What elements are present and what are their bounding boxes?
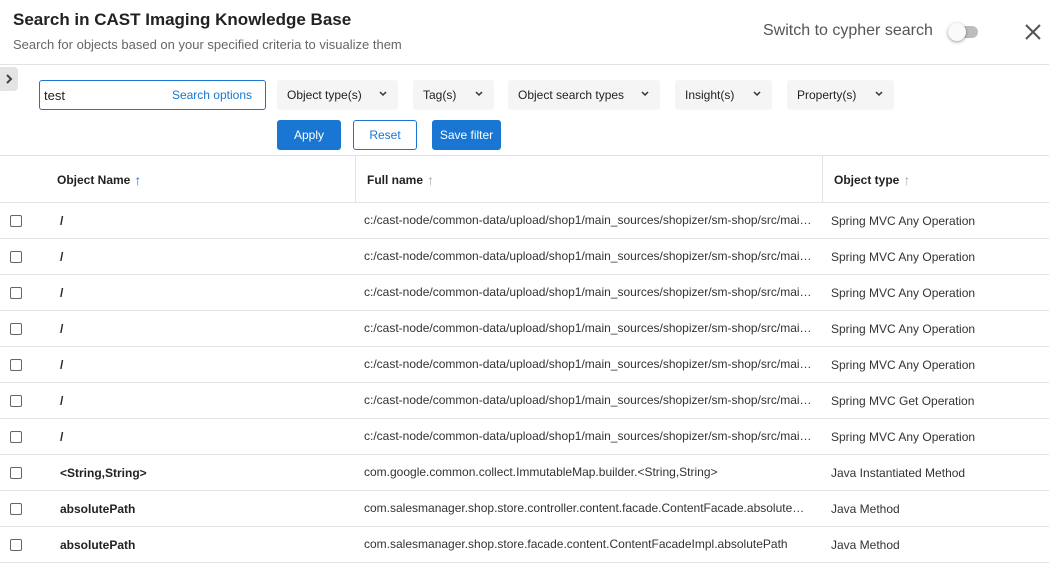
table-row[interactable]: <String,String> com.google.common.collec… (0, 455, 1049, 491)
column-label: Full name (367, 172, 424, 187)
object-name-cell: / (60, 321, 64, 336)
column-label: Object Name (57, 172, 131, 187)
column-divider (355, 156, 356, 203)
chevron-down-icon (475, 91, 483, 97)
row-checkbox[interactable] (10, 395, 22, 407)
full-name-cell: com.google.common.collect.ImmutableMap.b… (364, 465, 718, 479)
table-row[interactable]: / c:/cast-node/common-data/upload/shop1/… (0, 419, 1049, 455)
dialog-header: Search in CAST Imaging Knowledge Base Se… (0, 0, 1049, 65)
object-type-cell: Spring MVC Any Operation (831, 429, 976, 444)
full-name-cell: c:/cast-node/common-data/upload/shop1/ma… (364, 249, 812, 263)
object-name-cell: absolutePath (60, 501, 136, 516)
chevron-right-icon (6, 74, 13, 84)
full-name-cell: c:/cast-node/common-data/upload/shop1/ma… (364, 285, 812, 299)
row-checkbox[interactable] (10, 503, 22, 515)
sort-arrow-icon: ↑ (134, 171, 142, 188)
cypher-switch-label: Switch to cypher search (763, 22, 933, 39)
cypher-search-toggle[interactable] (948, 23, 978, 41)
object-type-cell: Spring MVC Any Operation (831, 213, 976, 228)
filter-label: Insight(s) (685, 88, 735, 102)
chevron-down-icon (641, 91, 649, 97)
row-checkbox[interactable] (10, 431, 22, 443)
filter-object-search-types[interactable]: Object search types (508, 80, 660, 110)
results-table: Object Name ↑ Full name ↑ Object type ↑ … (0, 155, 1049, 563)
table-row[interactable]: / c:/cast-node/common-data/upload/shop1/… (0, 203, 1049, 239)
full-name-cell: com.salesmanager.shop.store.controller.c… (364, 501, 812, 515)
chevron-down-icon (753, 91, 761, 97)
full-name-cell: c:/cast-node/common-data/upload/shop1/ma… (364, 321, 812, 335)
column-header-object-type[interactable]: Object type ↑ (834, 156, 910, 203)
object-name-cell: / (60, 393, 64, 408)
filter-label: Property(s) (797, 88, 857, 102)
search-input[interactable] (44, 86, 164, 104)
filter-label: Object type(s) (287, 88, 362, 102)
object-type-cell: Java Method (831, 537, 900, 552)
filter-object-types[interactable]: Object type(s) (277, 80, 398, 110)
apply-button[interactable]: Apply (277, 120, 341, 150)
full-name-cell: c:/cast-node/common-data/upload/shop1/ma… (364, 393, 812, 407)
full-name-cell: c:/cast-node/common-data/upload/shop1/ma… (364, 357, 812, 371)
filter-tags[interactable]: Tag(s) (413, 80, 494, 110)
column-header-full-name[interactable]: Full name ↑ (367, 156, 434, 203)
reset-button[interactable]: Reset (353, 120, 417, 150)
chevron-down-icon (379, 91, 387, 97)
toggle-knob (948, 23, 966, 41)
full-name-cell: c:/cast-node/common-data/upload/shop1/ma… (364, 213, 812, 227)
object-name-cell: / (60, 213, 64, 228)
expand-sidebar-button[interactable] (0, 67, 18, 91)
row-checkbox[interactable] (10, 215, 22, 227)
table-row[interactable]: absolutePath com.salesmanager.shop.store… (0, 527, 1049, 563)
dialog-title: Search in CAST Imaging Knowledge Base (13, 10, 352, 29)
object-type-cell: Java Instantiated Method (831, 465, 966, 480)
row-checkbox[interactable] (10, 287, 22, 299)
row-checkbox[interactable] (10, 359, 22, 371)
table-row[interactable]: absolutePath com.salesmanager.shop.store… (0, 491, 1049, 527)
filter-label: Tag(s) (423, 88, 457, 102)
object-type-cell: Spring MVC Any Operation (831, 249, 976, 264)
sort-arrow-icon: ↑ (903, 171, 911, 188)
filter-insights[interactable]: Insight(s) (675, 80, 772, 110)
object-type-cell: Spring MVC Any Operation (831, 321, 976, 336)
object-name-cell: / (60, 249, 64, 264)
table-row[interactable]: / c:/cast-node/common-data/upload/shop1/… (0, 239, 1049, 275)
sort-arrow-icon: ↑ (427, 171, 435, 188)
full-name-cell: c:/cast-node/common-data/upload/shop1/ma… (364, 429, 812, 443)
table-row[interactable]: / c:/cast-node/common-data/upload/shop1/… (0, 275, 1049, 311)
object-type-cell: Spring MVC Any Operation (831, 285, 976, 300)
close-icon[interactable] (1022, 21, 1044, 43)
object-name-cell: / (60, 285, 64, 300)
search-options-link[interactable]: Search options (172, 88, 252, 102)
object-name-cell: / (60, 429, 64, 444)
row-checkbox[interactable] (10, 467, 22, 479)
filter-label: Object search types (518, 88, 625, 102)
row-checkbox[interactable] (10, 539, 22, 551)
column-label: Object type (834, 172, 900, 187)
save-filter-button[interactable]: Save filter (432, 120, 501, 150)
object-name-cell: absolutePath (60, 537, 136, 552)
object-type-cell: Spring MVC Any Operation (831, 357, 976, 372)
column-header-object-name[interactable]: Object Name ↑ (57, 156, 141, 203)
filter-properties[interactable]: Property(s) (787, 80, 894, 110)
object-type-cell: Spring MVC Get Operation (831, 393, 975, 408)
table-row[interactable]: / c:/cast-node/common-data/upload/shop1/… (0, 383, 1049, 419)
table-row[interactable]: / c:/cast-node/common-data/upload/shop1/… (0, 347, 1049, 383)
search-box: Search options (39, 80, 266, 110)
chevron-down-icon (875, 91, 883, 97)
object-name-cell: / (60, 357, 64, 372)
object-name-cell: <String,String> (60, 465, 147, 480)
row-checkbox[interactable] (10, 323, 22, 335)
full-name-cell: com.salesmanager.shop.store.facade.conte… (364, 537, 788, 551)
column-divider (822, 156, 823, 203)
dialog-subtitle: Search for objects based on your specifi… (13, 37, 402, 52)
object-type-cell: Java Method (831, 501, 900, 516)
table-row[interactable]: / c:/cast-node/common-data/upload/shop1/… (0, 311, 1049, 347)
row-checkbox[interactable] (10, 251, 22, 263)
table-header: Object Name ↑ Full name ↑ Object type ↑ (0, 155, 1049, 203)
